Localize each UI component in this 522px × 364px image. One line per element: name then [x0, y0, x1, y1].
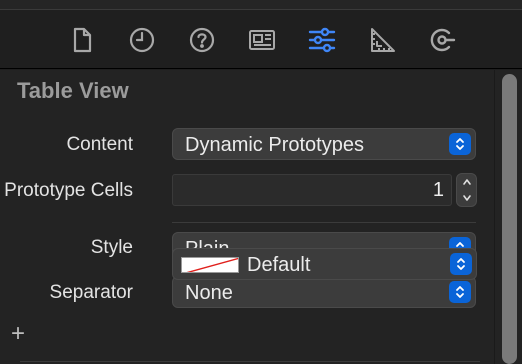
vertical-scrollbar[interactable] [494, 70, 522, 364]
connections-inspector-icon[interactable] [426, 24, 458, 56]
separator-popup[interactable]: None [172, 276, 476, 308]
separator-color-value: Default [247, 254, 311, 276]
chevron-updown-icon [449, 281, 471, 303]
quick-help-icon[interactable] [186, 24, 218, 56]
content-popup[interactable]: Dynamic Prototypes [172, 128, 476, 160]
divider [20, 361, 480, 362]
color-swatch [181, 257, 239, 273]
chevron-updown-icon [450, 253, 472, 275]
identity-inspector-icon[interactable] [246, 24, 278, 56]
file-inspector-icon[interactable] [66, 24, 98, 56]
prototype-cells-value: 1 [432, 179, 444, 201]
inspector-toolbar [0, 11, 522, 69]
add-variation-button[interactable]: + [11, 320, 25, 348]
scrollbar-thumb[interactable] [502, 74, 517, 364]
divider [172, 222, 476, 223]
top-strip [0, 0, 522, 10]
attributes-panel: Table View Content Dynamic Prototypes Pr… [0, 70, 494, 364]
size-inspector-icon[interactable] [366, 24, 398, 56]
prototype-cells-label: Prototype Cells [4, 180, 133, 201]
content-value: Dynamic Prototypes [185, 134, 364, 156]
content-label: Content [66, 134, 133, 155]
history-inspector-icon[interactable] [126, 24, 158, 56]
separator-color-popup[interactable]: Default [172, 248, 477, 280]
chevron-updown-icon [449, 133, 471, 155]
prototype-cells-stepper[interactable] [456, 173, 477, 207]
attributes-inspector-icon[interactable] [306, 24, 338, 56]
section-title: Table View [17, 78, 129, 103]
prototype-cells-field[interactable]: 1 [172, 174, 452, 206]
stepper-up-icon[interactable] [457, 174, 476, 190]
separator-label: Separator [49, 282, 133, 303]
style-label: Style [90, 237, 133, 258]
separator-value: None [185, 282, 233, 304]
stepper-down-icon[interactable] [457, 190, 476, 206]
